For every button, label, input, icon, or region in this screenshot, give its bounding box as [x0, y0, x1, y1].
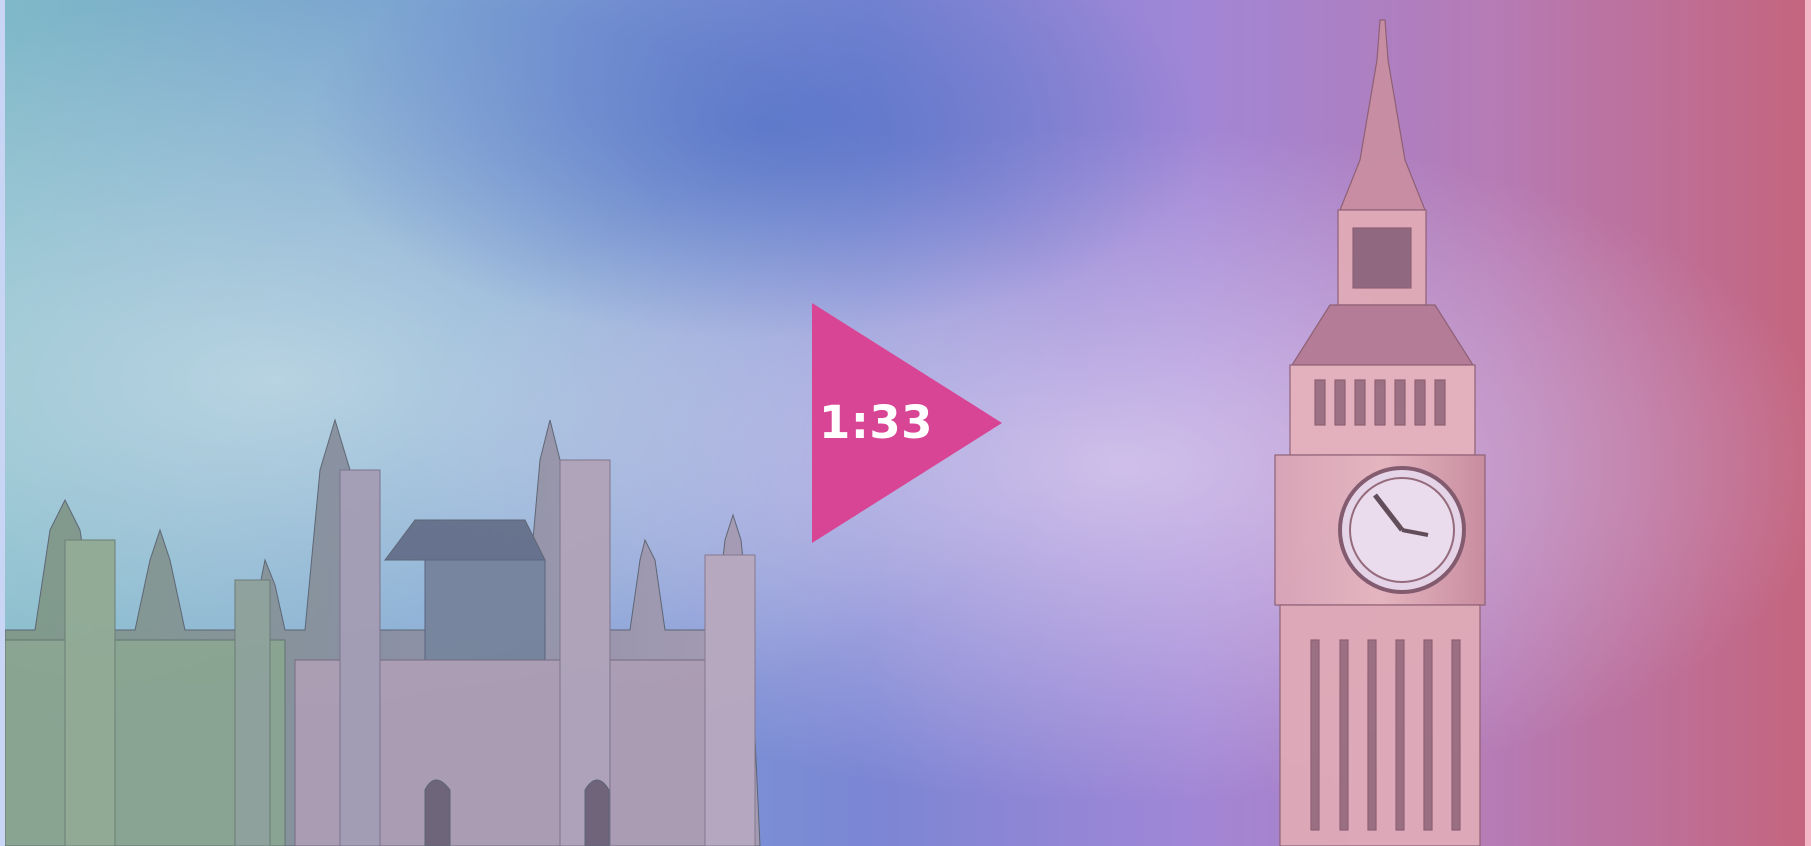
play-button[interactable]: 1:33 [812, 303, 1002, 543]
right-edge-strip [1805, 0, 1811, 846]
video-duration: 1:33 [819, 396, 933, 449]
video-thumbnail[interactable]: 1:33 [5, 0, 1805, 846]
video-player[interactable]: 1:33 [0, 0, 1811, 846]
